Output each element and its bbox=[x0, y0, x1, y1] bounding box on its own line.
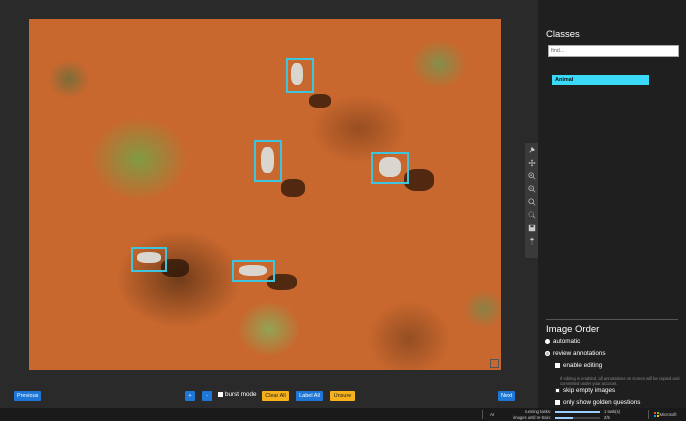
move-icon[interactable] bbox=[526, 158, 537, 168]
animal-shadow bbox=[281, 179, 305, 197]
class-item-animal[interactable]: Animal bbox=[552, 75, 649, 85]
brand-label: Microsoft bbox=[659, 412, 677, 417]
image-viewer[interactable] bbox=[29, 19, 501, 370]
checkbox-icon[interactable] bbox=[555, 363, 560, 368]
divider bbox=[546, 319, 678, 320]
viewer-corner-handle[interactable] bbox=[490, 359, 499, 368]
editing-note: If editing is enabled, all annotations o… bbox=[560, 376, 680, 386]
golden-checkbox[interactable]: only show golden questions bbox=[555, 399, 640, 406]
tool-column bbox=[525, 143, 538, 258]
enable-editing-label: enable editing bbox=[563, 362, 603, 369]
bounding-box[interactable] bbox=[371, 152, 409, 184]
bounding-box[interactable] bbox=[131, 247, 167, 272]
zoom-in-icon[interactable] bbox=[526, 171, 537, 181]
right-panel: Classes Animal Image Order automatic rev… bbox=[538, 0, 686, 408]
zoom-reset-icon[interactable] bbox=[526, 197, 537, 207]
enable-editing-checkbox[interactable]: enable editing bbox=[555, 362, 602, 369]
class-search-input[interactable] bbox=[548, 45, 679, 57]
order-option-label: automatic bbox=[553, 338, 581, 345]
status-bar: AI running tasks: 1 task(s) images until… bbox=[0, 408, 686, 421]
pin-icon[interactable] bbox=[526, 145, 537, 155]
unsure-button[interactable]: Unsure bbox=[330, 391, 355, 401]
divider bbox=[648, 410, 649, 419]
bounding-box[interactable] bbox=[254, 140, 282, 182]
order-option-automatic[interactable]: automatic bbox=[545, 338, 580, 345]
microsoft-logo-icon bbox=[654, 412, 659, 417]
checkbox-icon[interactable] bbox=[555, 388, 560, 393]
burst-mode-label: burst mode bbox=[225, 391, 257, 398]
order-option-review[interactable]: review annotations bbox=[545, 350, 606, 357]
zoom-select-icon[interactable] bbox=[526, 210, 537, 220]
until-retrain-label: images until re-train: bbox=[513, 415, 551, 420]
skip-empty-checkbox[interactable]: skip empty images bbox=[555, 387, 615, 394]
previous-button[interactable]: Previous bbox=[14, 391, 41, 401]
radio-icon[interactable] bbox=[545, 351, 550, 356]
microsoft-logo: Microsoft bbox=[654, 412, 677, 417]
slider-icon[interactable] bbox=[526, 236, 537, 246]
clear-all-button[interactable]: Clear All bbox=[262, 391, 289, 401]
classes-title: Classes bbox=[546, 29, 580, 40]
running-tasks-value: 1 task(s) bbox=[604, 409, 621, 414]
animal-shadow bbox=[309, 94, 331, 108]
checkbox-icon[interactable] bbox=[555, 400, 560, 405]
bounding-box[interactable] bbox=[286, 58, 314, 93]
remove-button[interactable]: - bbox=[202, 391, 212, 401]
until-retrain-bar bbox=[555, 417, 600, 419]
divider bbox=[482, 410, 483, 419]
add-button[interactable]: + bbox=[185, 391, 195, 401]
zoom-out-icon[interactable] bbox=[526, 184, 537, 194]
radio-icon[interactable] bbox=[545, 339, 550, 344]
checkbox-icon[interactable] bbox=[218, 392, 223, 397]
running-tasks-fill bbox=[555, 411, 600, 413]
until-retrain-fill bbox=[555, 417, 573, 419]
running-tasks-label: running tasks: bbox=[524, 409, 551, 414]
save-icon[interactable] bbox=[526, 223, 537, 233]
image-order-title: Image Order bbox=[546, 324, 600, 335]
bounding-box[interactable] bbox=[232, 260, 275, 282]
golden-label: only show golden questions bbox=[563, 399, 641, 406]
burst-mode-checkbox[interactable]: burst mode bbox=[218, 391, 257, 398]
until-retrain-value: 2/5 bbox=[604, 415, 610, 420]
label-all-button[interactable]: Label All bbox=[296, 391, 323, 401]
order-option-label: review annotations bbox=[553, 350, 606, 357]
next-button[interactable]: Next bbox=[498, 391, 515, 401]
skip-empty-label: skip empty images bbox=[563, 387, 616, 394]
running-tasks-bar bbox=[555, 411, 600, 413]
